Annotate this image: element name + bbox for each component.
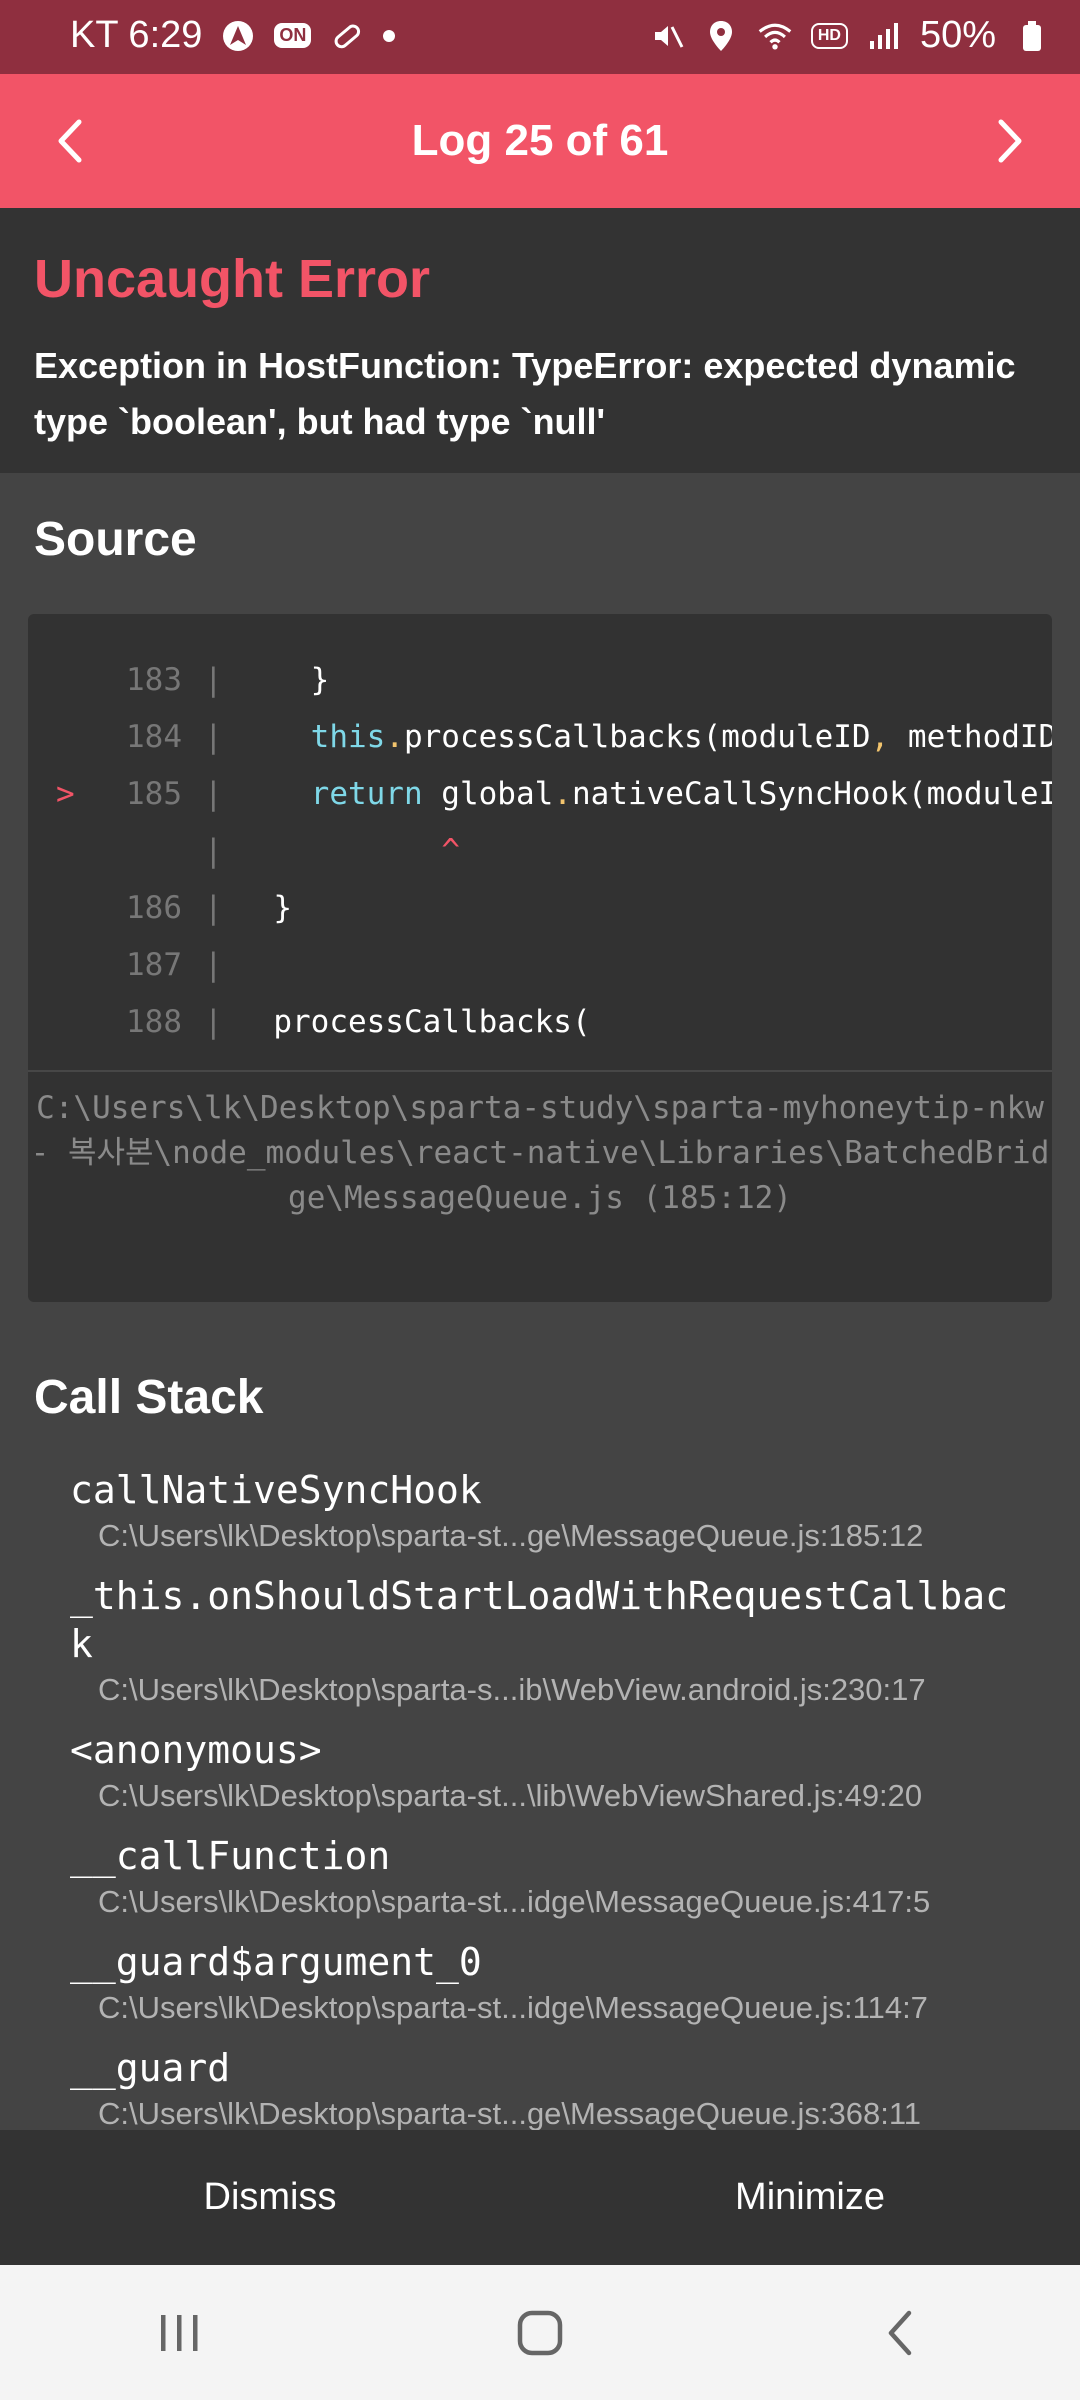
home-button[interactable] bbox=[480, 2283, 600, 2383]
code-text: this.processCallbacks(moduleID, methodID… bbox=[310, 719, 1052, 755]
line-number: 184 bbox=[126, 719, 182, 755]
code-line: 186 | } bbox=[28, 880, 1052, 937]
stack-frame-location: C:\Users\lk\Desktop\sparta-st...\lib\Web… bbox=[98, 1778, 923, 1813]
code-line: | ^ bbox=[28, 823, 1052, 880]
wifi-icon bbox=[757, 18, 793, 54]
on-badge: ON bbox=[274, 23, 312, 48]
current-line-marker: > bbox=[56, 776, 75, 812]
stack-frame-function: __guard bbox=[70, 2046, 231, 2090]
code-line: 183 | } bbox=[28, 652, 1052, 709]
stack-frame-location: C:\Users\lk\Desktop\sparta-st...idge\Mes… bbox=[98, 1884, 931, 1919]
gutter-separator: | bbox=[204, 662, 223, 698]
gutter-separator: | bbox=[204, 776, 223, 812]
stack-frame-function: <anonymous> bbox=[70, 1728, 322, 1772]
line-number: 187 bbox=[126, 947, 182, 983]
code-frame[interactable]: 183 | } 184 | this.processCallbacks(moduleI… bbox=[28, 614, 1052, 1302]
error-summary: Uncaught Error Exception in HostFunction… bbox=[0, 208, 1080, 473]
code-text: ^ bbox=[441, 833, 460, 869]
navigation-app-icon bbox=[220, 18, 256, 54]
next-log-button[interactable] bbox=[940, 74, 1080, 208]
battery-icon bbox=[1014, 18, 1050, 54]
status-bar: KT 6:29 ON HD 50% bbox=[0, 0, 1080, 74]
code-divider bbox=[28, 1070, 1052, 1072]
chevron-left-icon bbox=[58, 119, 82, 163]
stack-frame[interactable]: __guard C:\Users\lk\Desktop\sparta-st...g… bbox=[70, 2044, 1080, 2130]
hd-badge: HD bbox=[810, 22, 848, 49]
stack-frame-location: C:\Users\lk\Desktop\sparta-s...ib\WebVie… bbox=[98, 1672, 926, 1707]
line-number: 183 bbox=[126, 662, 182, 698]
error-message: Exception in HostFunction: TypeError: ex… bbox=[34, 345, 1016, 442]
status-left: KT 6:29 ON bbox=[70, 14, 396, 57]
code-line: 184 | this.processCallbacks(moduleID, met… bbox=[28, 709, 1052, 766]
action-bar: Dismiss Minimize bbox=[0, 2130, 1080, 2265]
gutter-separator: | bbox=[204, 719, 223, 755]
code-line: 188 | processCallbacks( bbox=[28, 994, 1052, 1051]
code-text: return global.nativeCallSyncHook(moduleI… bbox=[310, 776, 1052, 812]
back-icon bbox=[888, 2310, 912, 2355]
home-icon bbox=[517, 2310, 563, 2355]
signal-icon bbox=[866, 18, 902, 54]
code-line: >185 | return global.nativeCallSyncHook(m… bbox=[28, 766, 1052, 823]
stack-frame-function: __callFunction bbox=[70, 1834, 391, 1878]
stack-frame[interactable]: __guard$argument_0 C:\Users\lk\Desktop\sp… bbox=[70, 1938, 1080, 2030]
log-header: Log 25 of 61 bbox=[0, 74, 1080, 208]
line-number: 188 bbox=[126, 1004, 182, 1040]
code-line: 187 | bbox=[28, 937, 1052, 994]
code-text: } bbox=[236, 662, 330, 698]
stack-frame-function: __guard$argument_0 bbox=[70, 1940, 482, 1984]
stack-frame[interactable]: __callFunction C:\Users\lk\Desktop\sparta… bbox=[70, 1832, 1080, 1924]
gutter-separator: | bbox=[204, 1004, 223, 1040]
source-heading: Source bbox=[34, 513, 197, 566]
chevron-right-icon bbox=[998, 119, 1022, 163]
stack-frame[interactable]: _this.onShouldStartLoadWithRequestCallba… bbox=[70, 1572, 1080, 1712]
source-file-path[interactable]: C:\Users\lk\Desktop\sparta-study\sparta-… bbox=[28, 1086, 1052, 1221]
previous-log-button[interactable] bbox=[0, 74, 140, 208]
stack-frame-function: _this.onShouldStartLoadWithRequestCallba… bbox=[70, 1574, 1008, 1666]
battery-percent: 50% bbox=[919, 14, 996, 56]
line-number: 186 bbox=[126, 890, 182, 926]
carrier-time: KT 6:29 bbox=[70, 14, 203, 56]
line-number: 185 bbox=[126, 776, 182, 812]
gutter-separator: | bbox=[204, 890, 223, 926]
system-navigation-bar bbox=[0, 2265, 1080, 2400]
code-lines: 183 | } 184 | this.processCallbacks(moduleI… bbox=[28, 652, 1052, 1051]
gutter-separator: | bbox=[204, 833, 223, 869]
code-text: } bbox=[236, 890, 292, 926]
log-counter-title: Log 25 of 61 bbox=[411, 116, 669, 165]
stack-frame-location: C:\Users\lk\Desktop\sparta-st...idge\Mes… bbox=[98, 1990, 928, 2025]
minimize-button[interactable]: Minimize bbox=[540, 2130, 1080, 2265]
stack-frame-location: C:\Users\lk\Desktop\sparta-st...ge\Messa… bbox=[98, 1518, 924, 1553]
call-stack-heading: Call Stack bbox=[34, 1371, 264, 1424]
gutter-separator: | bbox=[204, 947, 223, 983]
recent-apps-button[interactable] bbox=[120, 2283, 240, 2383]
status-right: HD 50% bbox=[649, 14, 1050, 57]
stack-frame[interactable]: callNativeSyncHook C:\Users\lk\Desktop\sp… bbox=[70, 1466, 1080, 1558]
recent-apps-icon bbox=[161, 2314, 198, 2351]
location-icon bbox=[703, 18, 739, 54]
stack-frame[interactable]: <anonymous> C:\Users\lk\Desktop\sparta-st… bbox=[70, 1726, 1080, 1818]
error-title: Uncaught Error bbox=[34, 249, 431, 309]
mute-icon bbox=[649, 18, 685, 54]
pill-icon bbox=[329, 18, 365, 54]
stack-frame-location: C:\Users\lk\Desktop\sparta-st...ge\Messa… bbox=[98, 2096, 922, 2130]
back-button[interactable] bbox=[840, 2283, 960, 2383]
stack-frame-function: callNativeSyncHook bbox=[70, 1468, 482, 1512]
notification-dot-icon bbox=[383, 29, 396, 42]
code-text: processCallbacks( bbox=[236, 1004, 591, 1040]
dismiss-button[interactable]: Dismiss bbox=[0, 2130, 540, 2265]
call-stack-list[interactable]: callNativeSyncHook C:\Users\lk\Desktop\sp… bbox=[0, 1466, 1080, 2130]
